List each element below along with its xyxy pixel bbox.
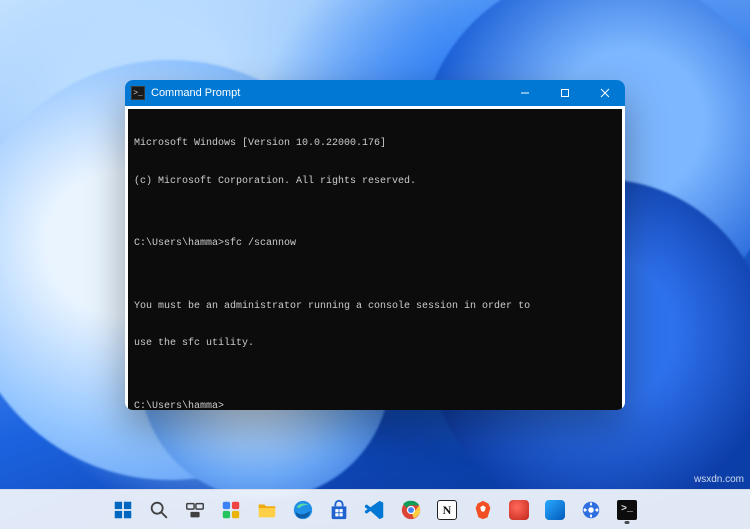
edge-icon <box>292 499 314 521</box>
command-prompt-icon: >_ <box>617 500 637 520</box>
close-button[interactable] <box>585 80 625 106</box>
vscode-icon <box>364 499 386 521</box>
task-view-icon <box>184 499 206 521</box>
brave-icon <box>472 499 494 521</box>
taskbar-command-prompt[interactable]: >_ <box>611 494 643 526</box>
app-icon <box>509 500 529 520</box>
command-prompt-icon: >_ <box>131 86 145 100</box>
terminal-line: C:\Users\hamma>sfc /scannow <box>134 238 616 251</box>
taskbar-app-blue[interactable] <box>539 494 571 526</box>
watermark-text: wsxdn.com <box>694 474 744 485</box>
terminal-line: (c) Microsoft Corporation. All rights re… <box>134 176 616 189</box>
taskbar-edge[interactable] <box>287 494 319 526</box>
terminal-line: use the sfc utility. <box>134 338 616 351</box>
taskbar-file-explorer[interactable] <box>251 494 283 526</box>
taskbar-chrome[interactable] <box>395 494 427 526</box>
maximize-button[interactable] <box>545 80 585 106</box>
taskbar-search[interactable] <box>143 494 175 526</box>
window-title: Command Prompt <box>151 87 240 99</box>
close-icon <box>600 88 610 98</box>
taskbar-app-red[interactable] <box>503 494 535 526</box>
taskbar-task-view[interactable] <box>179 494 211 526</box>
terminal-line: You must be an administrator running a c… <box>134 301 616 314</box>
start-icon <box>112 499 134 521</box>
maximize-icon <box>560 88 570 98</box>
taskbar-store[interactable] <box>323 494 355 526</box>
app-icon <box>545 500 565 520</box>
titlebar[interactable]: >_ Command Prompt <box>125 80 625 106</box>
terminal-line: Microsoft Windows [Version 10.0.22000.17… <box>134 138 616 151</box>
command-prompt-window[interactable]: >_ Command Prompt Microsoft Windows [Ver… <box>125 80 625 410</box>
store-icon <box>328 499 350 521</box>
gear-icon <box>580 499 602 521</box>
terminal-line: C:\Users\hamma> <box>134 401 616 411</box>
notion-icon: N <box>437 500 457 520</box>
taskbar: N <box>0 489 750 529</box>
folder-icon <box>256 499 278 521</box>
desktop: >_ Command Prompt Microsoft Windows [Ver… <box>0 0 750 529</box>
taskbar-vscode[interactable] <box>359 494 391 526</box>
terminal-output[interactable]: Microsoft Windows [Version 10.0.22000.17… <box>128 109 622 410</box>
search-icon <box>148 499 170 521</box>
taskbar-notion[interactable]: N <box>431 494 463 526</box>
chrome-icon <box>400 499 422 521</box>
minimize-icon <box>520 88 530 98</box>
taskbar-brave[interactable] <box>467 494 499 526</box>
taskbar-settings[interactable] <box>575 494 607 526</box>
minimize-button[interactable] <box>505 80 545 106</box>
widgets-icon <box>220 499 242 521</box>
taskbar-start[interactable] <box>107 494 139 526</box>
taskbar-widgets[interactable] <box>215 494 247 526</box>
